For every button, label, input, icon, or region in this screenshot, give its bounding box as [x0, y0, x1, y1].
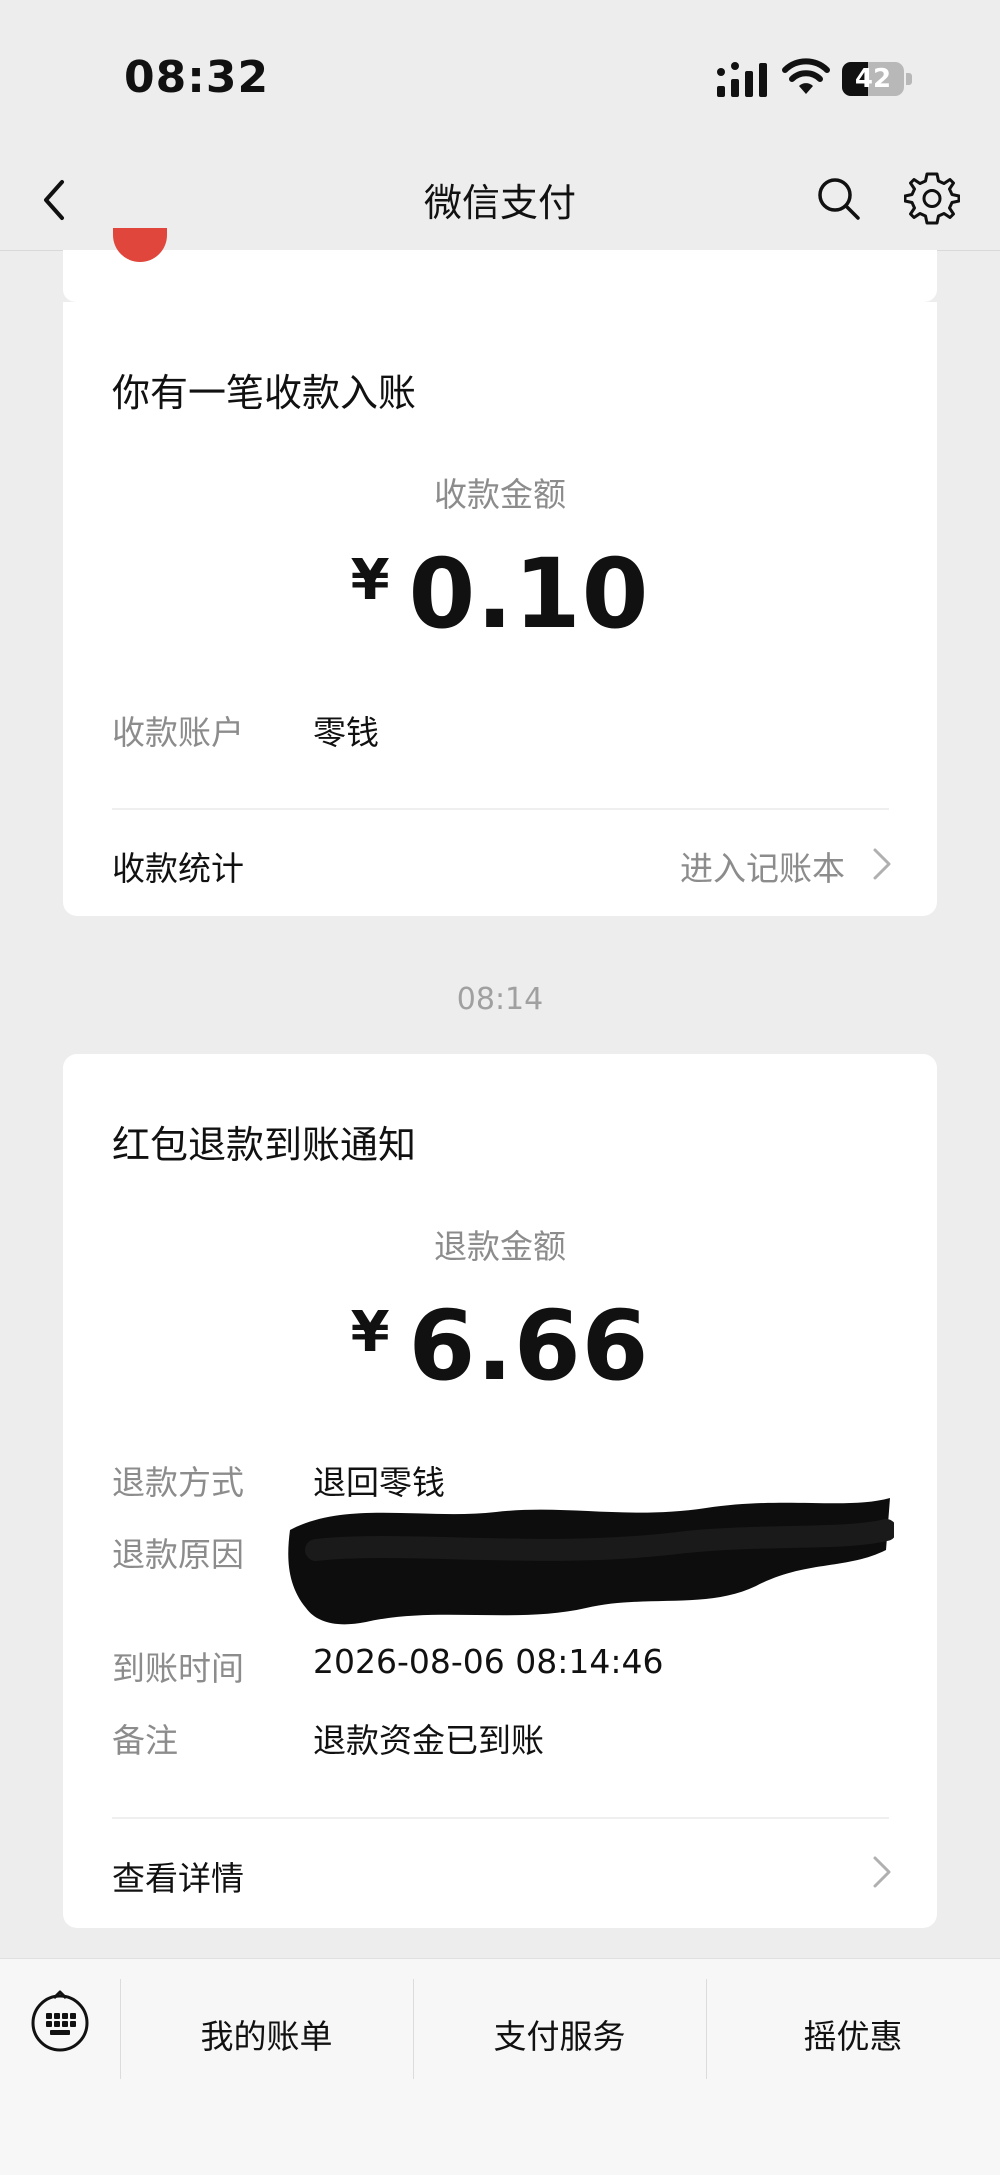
partial-avatar	[113, 228, 167, 262]
refund-amount: ¥6.66	[63, 1290, 937, 1402]
refund-currency: ¥	[350, 1300, 391, 1365]
wifi-icon	[782, 58, 830, 94]
refund-method-label: 退款方式	[112, 1463, 244, 1502]
remark-label: 备注	[112, 1721, 178, 1760]
battery-indicator: 42	[842, 62, 912, 96]
refund-reason-label: 退款原因	[112, 1535, 244, 1574]
menu-my-bills[interactable]: 我的账单	[120, 1991, 413, 2083]
divider	[112, 808, 889, 810]
receipt-card-title: 你有一笔收款入账	[112, 371, 417, 415]
battery-level: 42	[854, 64, 892, 94]
chevron-right-icon	[873, 1856, 891, 1888]
arrival-time-value: 2026-08-06 08:14:46	[313, 1642, 664, 1681]
menu-payment-services[interactable]: 支付服务	[413, 1991, 706, 2083]
chevron-right-icon	[873, 848, 891, 880]
remark-value: 退款资金已到账	[313, 1721, 544, 1760]
receipt-stats-label[interactable]: 收款统计	[112, 842, 244, 890]
refund-amount-label: 退款金额	[434, 1227, 566, 1266]
divider	[112, 1817, 889, 1819]
keyboard-icon[interactable]	[28, 1989, 92, 2053]
gear-icon[interactable]	[904, 170, 960, 226]
receipt-currency: ¥	[350, 548, 391, 613]
ledger-link[interactable]: 进入记账本	[680, 842, 845, 890]
cellular-signal-icon	[717, 62, 767, 97]
status-time: 08:32	[124, 52, 270, 103]
receipt-notification-card[interactable]: 你有一笔收款入账 收款金额 ¥0.10 收款账户 零钱 收款统计 进入记账本	[63, 302, 937, 916]
view-details-label[interactable]: 查看详情	[112, 1852, 244, 1900]
receipt-amount-label: 收款金额	[434, 475, 566, 514]
refund-card-title: 红包退款到账通知	[112, 1123, 417, 1167]
status-bar: 08:32 42	[0, 0, 1000, 150]
bottom-menu-bar: 我的账单 支付服务 摇优惠	[0, 1958, 1000, 2175]
arrival-time-label: 到账时间	[112, 1649, 244, 1688]
receipt-amount: ¥0.10	[63, 538, 937, 650]
redaction-scribble	[288, 1498, 894, 1625]
refund-amount-value: 6.66	[408, 1290, 650, 1402]
message-timestamp: 08:14	[456, 982, 544, 1017]
receipt-account-value: 零钱	[313, 713, 379, 752]
previous-message-card	[63, 228, 937, 304]
menu-shake-deals[interactable]: 摇优惠	[706, 1991, 1000, 2083]
receipt-account-label: 收款账户	[112, 713, 244, 752]
search-icon[interactable]	[814, 174, 864, 224]
receipt-amount-value: 0.10	[408, 538, 650, 650]
